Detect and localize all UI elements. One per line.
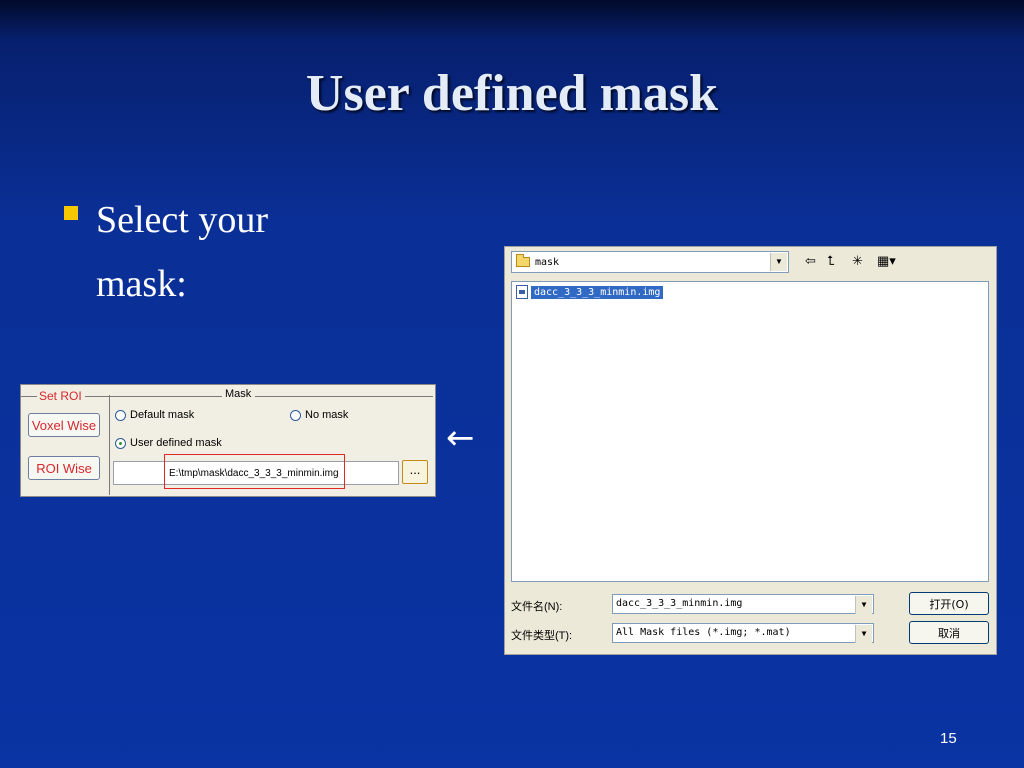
user-defined-mask-option[interactable]: User defined mask — [115, 437, 222, 449]
groupbox-line — [85, 396, 109, 397]
file-name-label: 文件名(N): — [511, 601, 563, 613]
file-open-dialog: mask ▼ ⇦ ⮤ ✳ ▦▾ dacc_3_3_3_minmin.img 文件… — [504, 246, 997, 655]
bullet-text: Select your mask: — [96, 199, 269, 305]
browse-button[interactable]: ... — [402, 460, 428, 484]
set-roi-label: Set ROI — [38, 389, 83, 403]
bullet-square-icon — [64, 206, 78, 220]
page-number: 15 — [940, 730, 957, 747]
groupbox-line — [110, 396, 222, 397]
chevron-down-icon[interactable]: ▼ — [855, 625, 872, 643]
cancel-button[interactable]: 取消 — [909, 621, 989, 644]
groupbox-line — [21, 396, 37, 397]
folder-icon — [516, 254, 530, 267]
mask-path-highlight — [164, 454, 345, 489]
no-mask-option[interactable]: No mask — [290, 409, 348, 421]
chevron-down-icon[interactable]: ▼ — [855, 596, 872, 614]
file-icon — [516, 285, 528, 299]
file-list[interactable]: dacc_3_3_3_minmin.img — [511, 281, 989, 582]
mask-group-label: Mask — [223, 388, 254, 400]
user-defined-mask-label: User defined mask — [130, 437, 222, 449]
look-in-value: mask — [535, 256, 560, 268]
slide-title: User defined mask — [305, 65, 719, 122]
roi-mask-panel: Set ROI Mask Voxel Wise ROI Wise Default… — [20, 384, 436, 497]
file-type-label: 文件类型(T): — [511, 630, 573, 642]
user-defined-mask-radio[interactable] — [115, 437, 126, 449]
file-type-select[interactable]: All Mask files (*.img; *.mat) ▼ — [612, 623, 874, 643]
file-name-input[interactable]: dacc_3_3_3_minmin.img ▼ — [612, 594, 874, 614]
open-button[interactable]: 打开(O) — [909, 592, 989, 615]
view-menu-icon[interactable]: ▦▾ — [877, 254, 896, 268]
no-mask-label: No mask — [305, 409, 349, 421]
groupbox-line — [255, 396, 433, 397]
new-folder-icon[interactable]: ✳ — [852, 254, 863, 268]
left-arrow-icon: ← — [446, 418, 475, 458]
file-name-value: dacc_3_3_3_minmin.img — [616, 598, 743, 609]
default-mask-option[interactable]: Default mask — [115, 409, 194, 421]
up-folder-icon[interactable]: ⮤ — [827, 254, 835, 268]
voxel-wise-button[interactable]: Voxel Wise — [28, 413, 100, 437]
back-arrow-icon[interactable]: ⇦ — [805, 254, 816, 268]
default-mask-radio[interactable] — [115, 409, 126, 421]
default-mask-label: Default mask — [130, 409, 195, 421]
file-item[interactable]: dacc_3_3_3_minmin.img — [516, 285, 664, 299]
chevron-down-icon[interactable]: ▼ — [770, 253, 787, 271]
panel-divider — [109, 395, 110, 495]
roi-wise-button[interactable]: ROI Wise — [28, 456, 100, 480]
look-in-dropdown[interactable]: mask ▼ — [511, 251, 789, 273]
file-type-value: All Mask files (*.img; *.mat) — [616, 627, 791, 638]
file-item-name: dacc_3_3_3_minmin.img — [531, 285, 664, 299]
no-mask-radio[interactable] — [290, 409, 301, 421]
